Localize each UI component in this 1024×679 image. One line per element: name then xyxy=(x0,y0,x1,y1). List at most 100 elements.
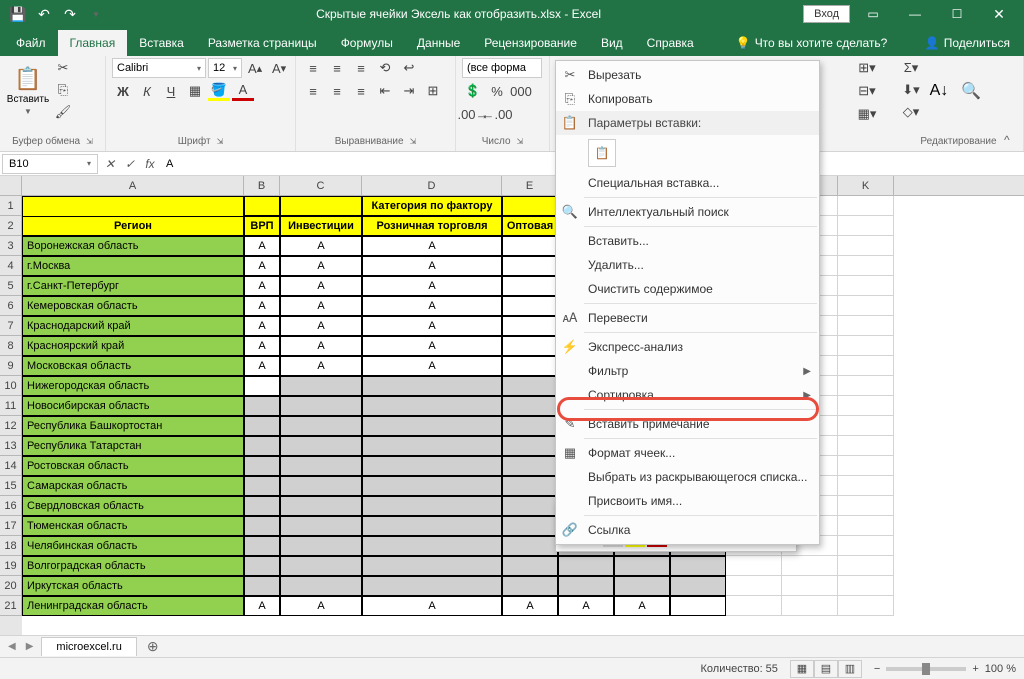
row-header[interactable]: 4 xyxy=(0,256,22,276)
decrease-font-icon[interactable]: A▾ xyxy=(268,58,290,78)
paste-option-icon[interactable]: 📋 xyxy=(588,139,616,167)
border-button[interactable]: ▦ xyxy=(184,81,206,101)
cell[interactable] xyxy=(362,456,502,476)
cells-format-icon[interactable]: ▦▾ xyxy=(856,104,878,124)
cell[interactable] xyxy=(838,316,894,336)
cell[interactable] xyxy=(502,476,558,496)
col-header[interactable]: D xyxy=(362,176,502,195)
cell[interactable] xyxy=(280,476,362,496)
cell[interactable]: Ростовская область xyxy=(22,456,244,476)
cell[interactable]: А xyxy=(244,276,280,296)
cell[interactable]: г.Москва xyxy=(22,256,244,276)
cell[interactable]: Новосибирская область xyxy=(22,396,244,416)
cm-delete[interactable]: Удалить... xyxy=(556,253,819,277)
tab-formulas[interactable]: Формулы xyxy=(329,30,405,56)
cm-quick-analysis[interactable]: ⚡Экспресс-анализ xyxy=(556,335,819,359)
row-header[interactable]: 1 xyxy=(0,196,22,216)
cell[interactable] xyxy=(502,336,558,356)
cell[interactable]: Регион xyxy=(22,216,244,236)
redo-icon[interactable]: ↷ xyxy=(58,2,82,26)
cell[interactable] xyxy=(726,576,782,596)
cell[interactable] xyxy=(244,576,280,596)
cell[interactable]: А xyxy=(244,236,280,256)
row-header[interactable]: 3 xyxy=(0,236,22,256)
comma-icon[interactable]: 000 xyxy=(510,81,532,101)
cell[interactable] xyxy=(838,216,894,236)
underline-button[interactable]: Ч xyxy=(160,81,182,101)
row-header[interactable]: 17 xyxy=(0,516,22,536)
cell[interactable] xyxy=(838,356,894,376)
tab-view[interactable]: Вид xyxy=(589,30,635,56)
cm-translate[interactable]: 🗚Перевести xyxy=(556,306,819,330)
cell[interactable] xyxy=(362,516,502,536)
cm-define-name[interactable]: Присвоить имя... xyxy=(556,489,819,513)
cell[interactable]: А xyxy=(244,596,280,616)
cell[interactable]: А xyxy=(362,276,502,296)
row-header[interactable]: 13 xyxy=(0,436,22,456)
cell[interactable] xyxy=(502,316,558,336)
cell[interactable]: А xyxy=(362,316,502,336)
cell[interactable] xyxy=(502,516,558,536)
cell[interactable] xyxy=(502,376,558,396)
cell[interactable] xyxy=(670,576,726,596)
cell[interactable] xyxy=(244,456,280,476)
cell[interactable]: Оптовая xyxy=(502,216,558,236)
cell[interactable]: А xyxy=(558,596,614,616)
cm-comment[interactable]: ✎Вставить примечание xyxy=(556,412,819,436)
cell[interactable]: А xyxy=(280,276,362,296)
cell[interactable] xyxy=(502,356,558,376)
cell[interactable] xyxy=(726,596,782,616)
cell[interactable] xyxy=(614,556,670,576)
qat-dropdown-icon[interactable]: ▼ xyxy=(84,2,108,26)
cell[interactable]: Категория по фактору xyxy=(362,196,502,216)
cell[interactable] xyxy=(362,536,502,556)
cell[interactable] xyxy=(280,436,362,456)
cell[interactable]: А xyxy=(244,356,280,376)
cell[interactable] xyxy=(670,596,726,616)
row-header[interactable]: 18 xyxy=(0,536,22,556)
cell[interactable] xyxy=(280,456,362,476)
cell[interactable] xyxy=(838,596,894,616)
orientation-icon[interactable]: ⟲ xyxy=(374,58,396,78)
minimize-icon[interactable]: — xyxy=(896,0,934,28)
cell[interactable] xyxy=(782,596,838,616)
cell[interactable] xyxy=(838,556,894,576)
cell[interactable]: г.Санкт-Петербург xyxy=(22,276,244,296)
tab-layout[interactable]: Разметка страницы xyxy=(196,30,329,56)
cells-delete-icon[interactable]: ⊟▾ xyxy=(856,81,878,101)
cell[interactable] xyxy=(838,416,894,436)
cell[interactable]: Краснодарский край xyxy=(22,316,244,336)
align-bottom-icon[interactable]: ≡ xyxy=(350,58,372,78)
cell[interactable] xyxy=(244,196,280,216)
cell[interactable] xyxy=(558,576,614,596)
cell[interactable]: А xyxy=(280,596,362,616)
sort-filter-button[interactable]: A↓ xyxy=(924,58,954,124)
cell[interactable] xyxy=(280,536,362,556)
cell[interactable] xyxy=(838,476,894,496)
row-header[interactable]: 21 xyxy=(0,596,22,616)
cell[interactable] xyxy=(838,196,894,216)
enter-fx-icon[interactable]: ✓ xyxy=(120,157,140,171)
indent-decrease-icon[interactable]: ⇤ xyxy=(374,81,396,101)
cell[interactable]: А xyxy=(362,596,502,616)
cell[interactable] xyxy=(502,236,558,256)
increase-font-icon[interactable]: A▴ xyxy=(244,58,266,78)
cell[interactable]: А xyxy=(280,256,362,276)
col-header[interactable]: C xyxy=(280,176,362,195)
cell[interactable] xyxy=(502,456,558,476)
paste-button[interactable]: 📋 Вставить ▼ xyxy=(6,58,50,124)
cell[interactable] xyxy=(838,256,894,276)
cell[interactable]: Розничная торговля xyxy=(362,216,502,236)
cell[interactable]: А xyxy=(502,596,558,616)
font-size-select[interactable]: 12▾ xyxy=(208,58,242,78)
cell[interactable]: Иркутская область xyxy=(22,576,244,596)
row-header[interactable]: 11 xyxy=(0,396,22,416)
cell[interactable] xyxy=(670,556,726,576)
tab-review[interactable]: Рецензирование xyxy=(472,30,589,56)
cell[interactable] xyxy=(838,516,894,536)
cell[interactable] xyxy=(362,576,502,596)
italic-button[interactable]: К xyxy=(136,81,158,101)
cell[interactable]: Волгоградская область xyxy=(22,556,244,576)
cell[interactable] xyxy=(502,276,558,296)
row-header[interactable]: 2 xyxy=(0,216,22,236)
